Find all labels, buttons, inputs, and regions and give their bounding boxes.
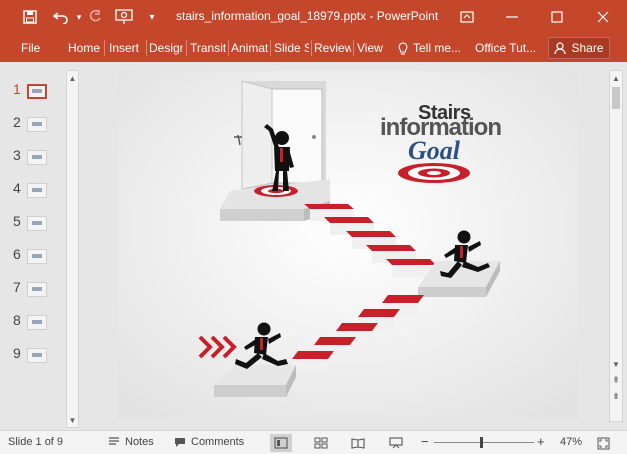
maximize-icon[interactable] <box>534 0 580 34</box>
office-tut-tab[interactable]: Office Tut... <box>475 41 536 55</box>
slide-thumbnail[interactable] <box>27 84 47 99</box>
redo-icon[interactable] <box>84 6 106 28</box>
save-icon[interactable] <box>19 6 41 28</box>
zoom-level[interactable]: 47% <box>560 436 582 448</box>
share-label: Share <box>571 41 604 55</box>
comments-button[interactable]: Comments <box>174 436 244 448</box>
slide-show-view-icon[interactable] <box>385 434 407 452</box>
document-title: stairs_information_goal_18979.pptx - Pow… <box>176 9 439 23</box>
tab-separator <box>353 40 354 56</box>
slide-canvas[interactable]: Stairs information Goal <box>118 71 578 418</box>
tab-separator <box>104 40 105 56</box>
scroll-down-icon[interactable]: ▼ <box>610 357 622 371</box>
thumbnail-scrollbar[interactable]: ▲ ▼ <box>66 70 79 428</box>
slide-thumbnail[interactable] <box>27 315 47 330</box>
slide-thumbnail[interactable] <box>27 183 47 198</box>
tab-separator <box>146 40 147 56</box>
customize-qat-icon[interactable]: ▾ <box>141 6 163 28</box>
scroll-thumb[interactable] <box>612 87 620 109</box>
scroll-down-icon[interactable]: ▼ <box>67 413 78 427</box>
tell-me-box[interactable]: Tell me... <box>398 41 461 55</box>
tab-review[interactable]: Review <box>314 41 351 55</box>
tab-separator <box>228 40 229 56</box>
slide-number: 2 <box>13 114 21 130</box>
slide-artwork: Stairs information Goal <box>118 71 578 418</box>
notes-label: Notes <box>125 436 154 448</box>
tab-view[interactable]: View <box>357 41 383 55</box>
slide-number: 5 <box>13 213 21 229</box>
slide-thumbnail[interactable] <box>27 282 47 297</box>
close-icon[interactable] <box>580 0 626 34</box>
tab-animations[interactable]: Animations <box>231 41 268 55</box>
tab-design[interactable]: Design <box>149 41 183 55</box>
slide-number: 6 <box>13 246 21 262</box>
comments-label: Comments <box>191 436 245 448</box>
slide-number: 9 <box>13 345 21 361</box>
slide-title-line3: Goal <box>408 136 461 165</box>
zoom-in-button[interactable]: + <box>537 434 545 449</box>
slide-thumbnail[interactable] <box>27 117 47 132</box>
lightbulb-icon <box>398 41 408 55</box>
slide-thumbnail[interactable] <box>27 150 47 165</box>
person-icon <box>554 41 567 54</box>
zoom-slider[interactable] <box>434 437 534 448</box>
notes-button[interactable]: Notes <box>108 436 154 448</box>
slide-thumbnail[interactable] <box>27 348 47 363</box>
previous-slide-icon[interactable]: ⇞ <box>610 373 622 387</box>
slide-thumbnail[interactable] <box>27 249 47 264</box>
notes-icon <box>109 437 119 445</box>
tab-slide-show[interactable]: Slide Show <box>274 41 309 55</box>
share-button[interactable]: Share <box>548 37 610 59</box>
slide-number: 8 <box>13 312 21 328</box>
title-bar: ▾ ▾ stairs_information_goal_18979.pptx -… <box>0 0 627 34</box>
fit-slide-icon[interactable] <box>592 434 614 452</box>
ribbon-display-options-icon[interactable] <box>444 0 490 34</box>
slide-counter: Slide 1 of 9 <box>8 436 64 448</box>
tab-separator <box>311 40 312 56</box>
scroll-up-icon[interactable]: ▲ <box>67 71 78 85</box>
tab-home[interactable]: Home <box>68 41 102 55</box>
status-bar: Slide 1 of 9 Notes Comments − + 47% <box>0 430 627 454</box>
slide-number: 7 <box>13 279 21 295</box>
tab-separator <box>186 40 187 56</box>
normal-view-icon[interactable] <box>270 434 292 452</box>
thumbnail-pane: 1 2 3 4 5 6 7 8 9 ▲ ▼ <box>0 62 84 430</box>
minimize-icon[interactable] <box>489 0 535 34</box>
reading-view-icon[interactable] <box>347 434 369 452</box>
tab-transitions[interactable]: Transitions <box>190 41 226 55</box>
slide-thumbnail[interactable] <box>27 216 47 231</box>
tab-separator <box>270 40 271 56</box>
next-slide-icon[interactable]: ⇟ <box>610 389 622 403</box>
zoom-out-button[interactable]: − <box>421 434 429 449</box>
tab-file[interactable]: File <box>21 41 40 55</box>
tab-insert[interactable]: Insert <box>109 41 145 55</box>
slide-number: 3 <box>13 147 21 163</box>
slide-number: 1 <box>13 81 21 97</box>
slide-scrollbar[interactable]: ▲ ▼ ⇞ ⇟ <box>609 70 623 422</box>
scroll-up-icon[interactable]: ▲ <box>610 71 622 85</box>
tell-me-label: Tell me... <box>413 41 462 55</box>
slide-sorter-view-icon[interactable] <box>310 434 332 452</box>
zoom-slider-thumb[interactable] <box>480 437 483 448</box>
slide-number: 4 <box>13 180 21 196</box>
ribbon-tabs: File Home Insert Design Transitions Anim… <box>0 34 627 62</box>
present-from-beginning-icon[interactable] <box>113 6 135 28</box>
comment-icon <box>175 437 185 447</box>
goal-target-icon <box>398 163 470 183</box>
